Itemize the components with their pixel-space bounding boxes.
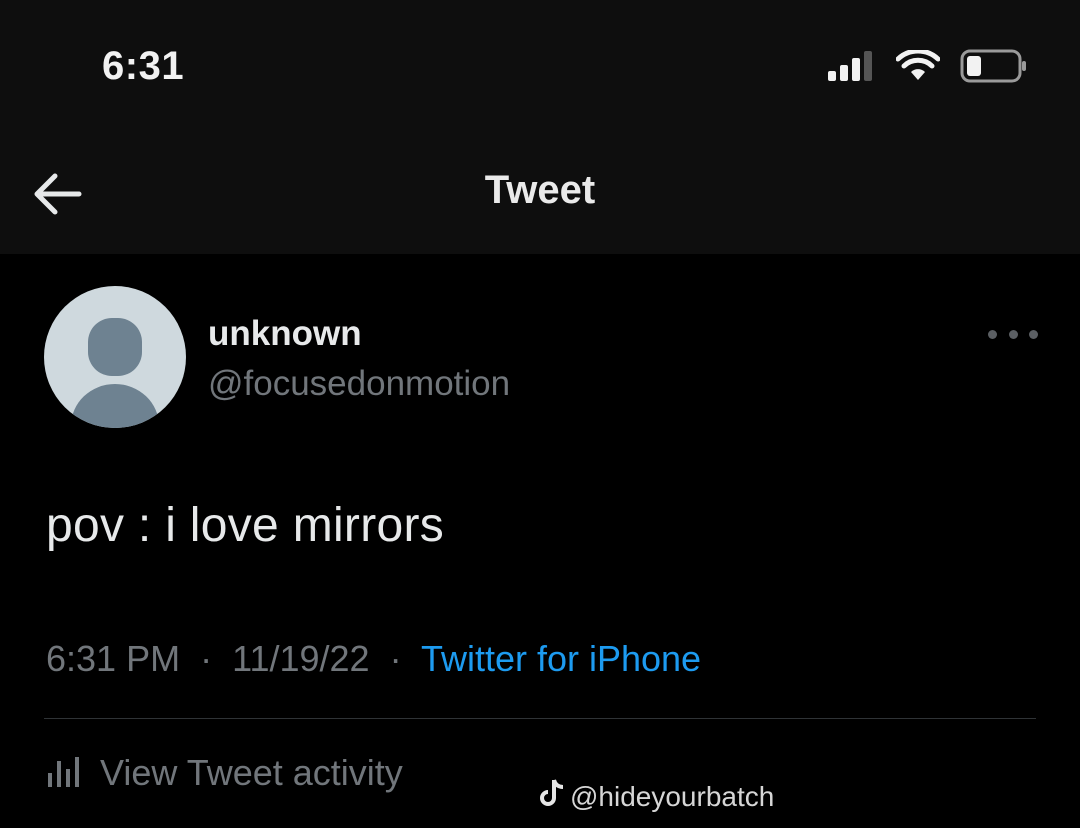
avatar[interactable] (44, 286, 186, 428)
more-dot-icon (1008, 329, 1018, 339)
tweet-text: pov : i love mirrors (46, 499, 445, 552)
tweet-date: 11/19/22 (232, 638, 370, 679)
activity-label: View Tweet activity (100, 752, 403, 793)
status-icons (828, 48, 1028, 88)
author-handle[interactable]: @focusedonmotion (208, 364, 510, 404)
signal-icon (828, 50, 876, 86)
page-title: Tweet (484, 168, 596, 212)
tweet-source-link[interactable]: Twitter for iPhone (421, 638, 701, 679)
watermark-text: @hideyourbatch (570, 780, 775, 812)
meta-separator: · (389, 638, 402, 679)
nav-bar: Tweet (0, 130, 1080, 254)
tiktok-icon (540, 778, 566, 815)
more-dot-icon (1029, 329, 1038, 339)
view-tweet-activity-button[interactable]: View Tweet activity (46, 752, 403, 794)
more-button[interactable] (988, 324, 1038, 344)
meta-separator: · (200, 638, 213, 679)
bar-chart-icon (46, 753, 82, 794)
status-bar: 6:31 (0, 0, 1080, 130)
tweet-meta: 6:31 PM · 11/19/22 · Twitter for iPhone (46, 638, 701, 680)
author-name[interactable]: unknown (208, 314, 362, 354)
tweet: unknown @focusedonmotion pov : i love mi… (0, 254, 1080, 828)
watermark: @hideyourbatch (540, 778, 774, 815)
wifi-icon (895, 48, 941, 87)
more-dot-icon (988, 329, 997, 339)
default-avatar-icon (71, 318, 159, 428)
divider (44, 718, 1036, 719)
battery-icon (960, 49, 1028, 88)
status-time: 6:31 (102, 44, 185, 88)
tweet-time: 6:31 PM (46, 638, 181, 679)
